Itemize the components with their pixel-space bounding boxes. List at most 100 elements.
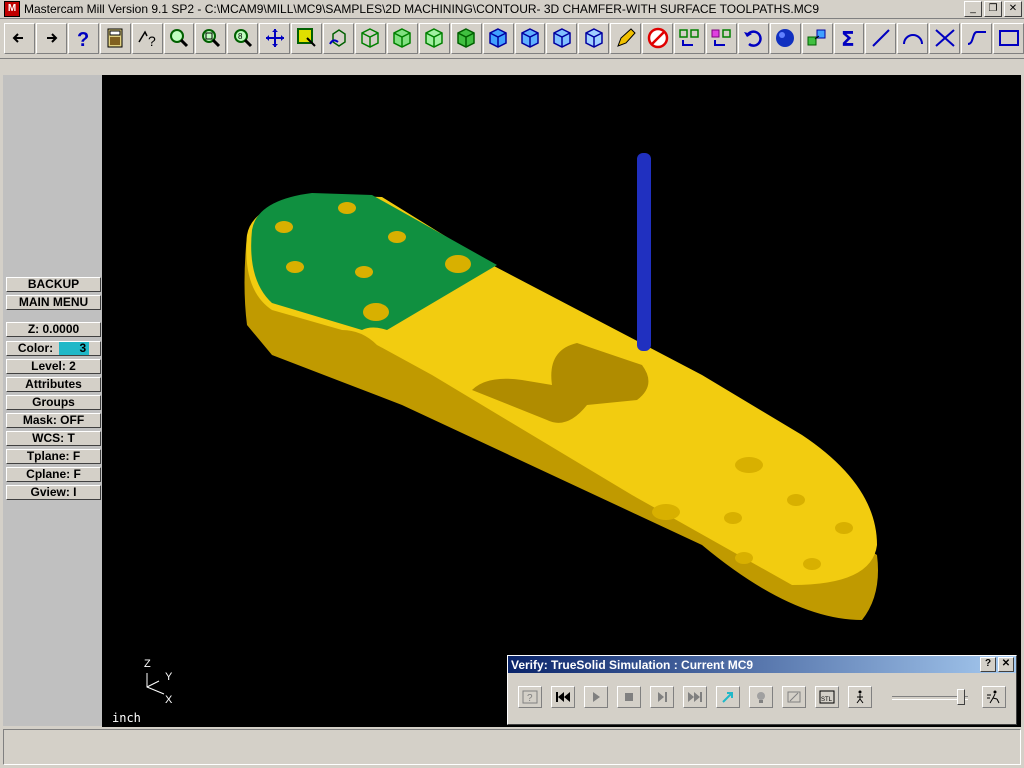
play-button[interactable] — [584, 686, 608, 708]
units-label: inch — [112, 711, 141, 725]
gview-button[interactable]: Gview: I — [6, 485, 101, 500]
view-solid2-button[interactable] — [514, 22, 546, 54]
graphics-viewport[interactable]: Z Y X inch — [102, 75, 1021, 727]
view-solid1-button[interactable] — [482, 22, 514, 54]
rectangle-button[interactable] — [993, 22, 1024, 54]
window-title: Mastercam Mill Version 9.1 SP2 - C:\MCAM… — [24, 2, 820, 16]
play-icon — [593, 692, 600, 702]
zoom-part-button[interactable] — [782, 686, 806, 708]
light-bulb-icon — [757, 692, 765, 703]
main-menu-button[interactable]: MAIN MENU — [6, 295, 101, 310]
hole — [363, 303, 389, 321]
view-solid3-button[interactable] — [546, 22, 578, 54]
slider-thumb[interactable] — [957, 689, 965, 705]
options-icon: ? — [522, 690, 538, 704]
sum-button[interactable]: Σ — [833, 22, 865, 54]
hole — [787, 494, 805, 506]
axis-indicator — [146, 673, 165, 695]
hole — [803, 558, 821, 570]
question-mark-icon: ? — [77, 29, 89, 50]
right-arrow-icon — [47, 33, 58, 43]
view-top-button[interactable] — [354, 22, 386, 54]
hole — [388, 231, 406, 243]
undo-arrow-icon — [744, 30, 763, 47]
analyze-arrow-icon: ? — [138, 30, 156, 49]
verify-help-button[interactable]: ? — [980, 657, 996, 672]
run-button[interactable] — [982, 686, 1006, 708]
step-icon — [658, 692, 667, 702]
zoom-window-button[interactable] — [195, 22, 227, 54]
back-arrow-button[interactable] — [4, 22, 35, 54]
shade-button[interactable] — [769, 22, 801, 54]
cplane-button[interactable]: Cplane: F — [6, 467, 101, 482]
green-cube-front-icon — [393, 28, 412, 48]
no-entry-button[interactable] — [642, 22, 674, 54]
status-bar — [3, 729, 1021, 765]
level-button[interactable]: Level: 2 — [6, 359, 101, 374]
analyze-button[interactable]: ? — [131, 22, 163, 54]
verify-title: Verify: TrueSolid Simulation : Current M… — [511, 657, 754, 672]
undo-button[interactable] — [737, 22, 769, 54]
hole — [445, 255, 471, 273]
left-menu-panel: BACKUP MAIN MENU Z: 0.0000 Color: 3 Level… — [3, 75, 102, 726]
zoom-part-icon — [787, 691, 801, 703]
green-cube-iso-icon — [457, 28, 475, 48]
backup-button[interactable]: BACKUP — [6, 277, 101, 292]
help-button[interactable]: ? — [67, 22, 99, 54]
stl-save-button[interactable]: STL — [815, 686, 839, 708]
rewind-button[interactable] — [551, 686, 575, 708]
restore-button[interactable]: ❐ — [984, 1, 1002, 17]
close-button[interactable]: ✕ — [1004, 1, 1022, 17]
zoom-button[interactable] — [163, 22, 195, 54]
pencil-icon — [616, 28, 636, 47]
view-front-button[interactable] — [386, 22, 418, 54]
attributes-button[interactable]: Attributes — [6, 377, 101, 392]
fillet-button[interactable] — [929, 22, 961, 54]
zoom-out-button[interactable]: 8 — [227, 22, 259, 54]
transform-1-button[interactable] — [674, 22, 705, 54]
mask-button[interactable]: Mask: OFF — [6, 413, 101, 428]
view-side-button[interactable] — [418, 22, 450, 54]
select-button[interactable] — [291, 22, 323, 54]
pencil-button[interactable] — [610, 22, 642, 54]
calculator-button[interactable] — [99, 22, 131, 54]
fast-forward-button[interactable] — [683, 686, 707, 708]
groups-button[interactable]: Groups — [6, 395, 101, 410]
hole — [724, 512, 742, 524]
spline-button[interactable] — [961, 22, 993, 54]
speed-slider[interactable] — [892, 689, 972, 705]
step-button[interactable] — [650, 686, 674, 708]
verify-toolbar: ? STL — [518, 686, 872, 708]
light-button[interactable] — [749, 686, 773, 708]
hole — [835, 522, 853, 534]
hole — [735, 457, 763, 473]
z-depth-button[interactable]: Z: 0.0000 — [6, 322, 101, 337]
tool-display-button[interactable] — [716, 686, 740, 708]
part-render — [146, 153, 878, 695]
options-button[interactable]: ? — [518, 686, 542, 708]
walk-button[interactable] — [848, 686, 872, 708]
zoom-magnifier-icon — [169, 29, 189, 48]
pan-button[interactable] — [259, 22, 291, 54]
wcs-button[interactable]: WCS: T — [6, 431, 101, 446]
group-button[interactable] — [801, 22, 833, 54]
stop-button[interactable] — [617, 686, 641, 708]
verify-close-button[interactable]: ✕ — [998, 657, 1014, 672]
line-button[interactable] — [865, 22, 897, 54]
forward-arrow-button[interactable] — [35, 22, 67, 54]
blue-cube-2-icon — [521, 28, 539, 48]
cutting-tool — [637, 153, 651, 351]
stl-save-icon: STL — [819, 690, 835, 704]
view-iso-button[interactable] — [450, 22, 482, 54]
arc-button[interactable] — [897, 22, 929, 54]
view-solid4-button[interactable] — [578, 22, 610, 54]
tplane-button[interactable]: Tplane: F — [6, 449, 101, 464]
transform-2-button[interactable] — [705, 22, 737, 54]
rotate-button[interactable] — [323, 22, 354, 54]
color-button[interactable]: Color: 3 — [6, 341, 101, 356]
minimize-button[interactable]: _ — [964, 1, 982, 17]
hole — [338, 202, 356, 214]
title-bar: M Mastercam Mill Version 9.1 SP2 - C:\MC… — [0, 0, 1024, 19]
zoom-window-icon — [201, 29, 220, 48]
hole — [735, 552, 753, 564]
